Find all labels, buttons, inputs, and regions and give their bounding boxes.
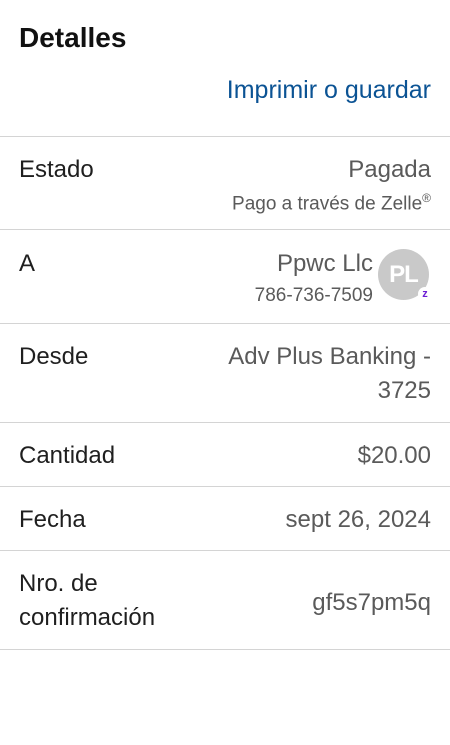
date-value: sept 26, 2024 [285, 506, 431, 533]
divider [0, 649, 450, 650]
print-or-save-link[interactable]: Imprimir o guardar [227, 76, 431, 105]
payment-method: Pago a través de Zelle® [232, 191, 431, 215]
divider [0, 422, 450, 423]
status-value: Pagada [348, 156, 431, 183]
status-label: Estado [19, 156, 94, 183]
confirmation-number: gf5s7pm5q [312, 589, 431, 616]
recipient-label: A [19, 250, 36, 277]
date-label: Fecha [19, 506, 86, 533]
recipient-name: Ppwc Llc [276, 250, 373, 277]
confirmation-label-line2: confirmación [19, 604, 156, 631]
divider [0, 136, 450, 137]
from-account-line1: Adv Plus Banking - [228, 343, 431, 370]
amount-label: Cantidad [19, 442, 116, 469]
zelle-z-icon: z [418, 287, 432, 301]
from-label: Desde [19, 343, 89, 370]
from-account-line2: 3725 [377, 377, 431, 404]
amount-value: $20.00 [357, 442, 431, 469]
divider [0, 486, 450, 487]
page-title: Detalles [19, 22, 127, 53]
confirmation-label-line1: Nro. de [19, 570, 98, 597]
recipient-phone: 786-736-7509 [254, 285, 373, 306]
divider [0, 229, 450, 230]
payment-method-text: Pago a través de Zelle [232, 193, 423, 215]
divider [0, 323, 450, 324]
divider [0, 550, 450, 551]
registered-mark: ® [422, 191, 431, 205]
